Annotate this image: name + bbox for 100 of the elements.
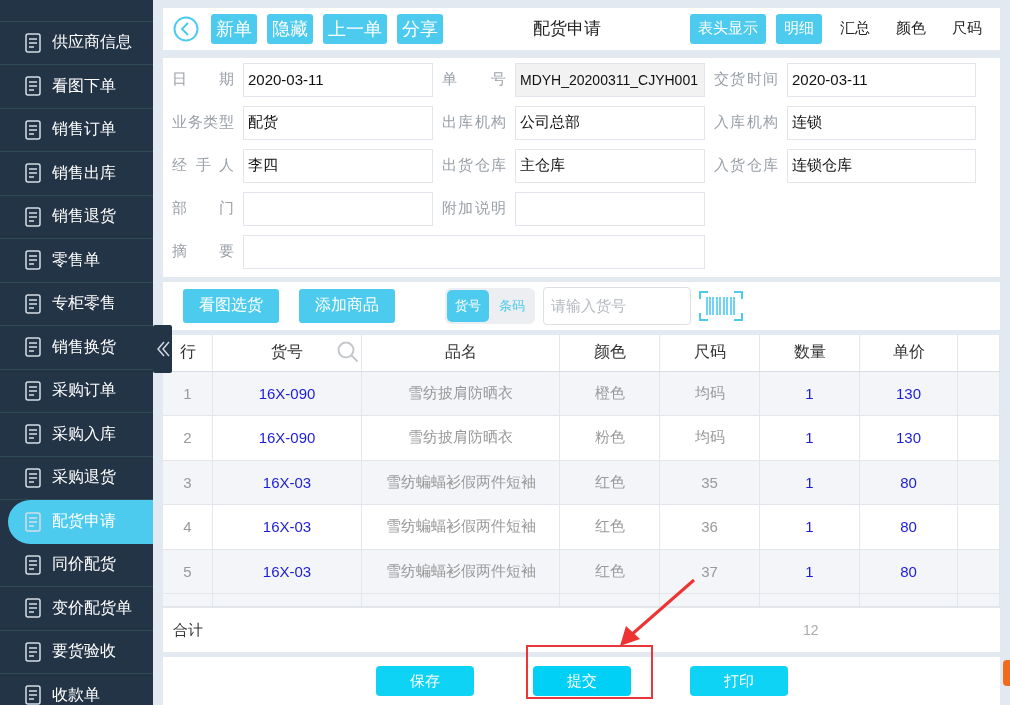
table-cell: 红色 xyxy=(560,549,660,594)
table-cell: 16X-03 xyxy=(213,460,362,505)
collapse-tab[interactable] xyxy=(153,325,172,373)
field-label: 出库机构 xyxy=(442,113,506,133)
column-header: 数量 xyxy=(793,342,826,363)
table-cell: 2 xyxy=(163,416,213,460)
table-cell: 16X-090 xyxy=(213,416,362,460)
sidebar-item[interactable]: 采购订单 xyxy=(0,369,153,413)
table-cell: 均码 xyxy=(660,416,760,460)
document-icon xyxy=(24,598,42,619)
view-tab[interactable]: 颜色 xyxy=(888,13,934,44)
sidebar-item[interactable]: 销售退货 xyxy=(0,195,153,239)
column-header: 货号 xyxy=(271,342,303,363)
document-icon xyxy=(24,511,42,532)
table-cell: 均码 xyxy=(660,371,760,416)
sidebar-item[interactable]: 供应商信息 xyxy=(0,21,153,65)
table-cell: 1 xyxy=(760,505,860,549)
table-cell: 1 xyxy=(760,460,860,505)
input-field[interactable]: MDYH_20200311_CJYH001 xyxy=(515,62,705,97)
table-cell: 雪纺蝙蝠衫假两件短袖 xyxy=(362,505,560,549)
table-cell: 雪纺披肩防晒衣 xyxy=(362,371,560,416)
barcode-scan-icon[interactable] xyxy=(699,290,743,321)
column-header: 尺码 xyxy=(693,342,726,363)
document-icon xyxy=(24,293,42,314)
sidebar-item[interactable]: 专柜零售 xyxy=(0,282,153,326)
table-cell: 雪纺蝙蝠衫假两件短袖 xyxy=(362,549,560,594)
field-label: 入货仓库 xyxy=(714,156,778,176)
table-cell: 雪纺披肩防晒衣 xyxy=(362,416,560,460)
input-field[interactable]: 2020-03-11 xyxy=(787,62,976,97)
document-icon xyxy=(24,380,42,401)
document-icon xyxy=(24,76,42,97)
document-icon xyxy=(24,32,42,53)
table-cell: 16X-03 xyxy=(213,549,362,594)
document-icon xyxy=(24,467,42,488)
sidebar-item[interactable]: 变价配货单 xyxy=(0,587,153,631)
total-label: 合计 xyxy=(173,620,203,640)
sidebar-item[interactable]: 要货验收 xyxy=(0,630,153,674)
column-header: 行 xyxy=(179,342,196,363)
table-cell: 3 xyxy=(163,460,213,505)
input-field[interactable]: 2020-03-11 xyxy=(243,62,433,97)
sidebar-item[interactable]: 收款单 xyxy=(0,674,153,705)
view-tab[interactable]: 汇总 xyxy=(832,13,878,44)
input-field[interactable]: 公司总部 xyxy=(515,105,705,140)
table-cell: 4 xyxy=(163,505,213,549)
floating-widget-icon[interactable] xyxy=(1003,660,1010,686)
table-cell: 红色 xyxy=(560,460,660,505)
table-cell: 雪纺蝙蝠衫假两件短袖 xyxy=(362,460,560,505)
input-field[interactable] xyxy=(515,191,705,226)
sidebar-item[interactable]: 销售出库 xyxy=(0,152,153,196)
input-field[interactable] xyxy=(243,191,433,226)
document-icon xyxy=(24,641,42,662)
field-label: 日期 xyxy=(172,70,234,90)
table-cell: 130 xyxy=(860,416,958,460)
page-title: 配货申请 xyxy=(531,18,602,41)
input-field[interactable]: 连锁仓库 xyxy=(787,148,976,183)
table-cell: 35 xyxy=(660,460,760,505)
table-cell: 16X-090 xyxy=(213,371,362,416)
table-cell: 粉色 xyxy=(560,416,660,460)
input-field[interactable]: 李四 xyxy=(243,148,433,183)
document-icon xyxy=(24,337,42,358)
search-icon[interactable] xyxy=(337,340,359,363)
table-cell: 80 xyxy=(860,460,958,505)
input-field[interactable]: 主仓库 xyxy=(515,148,705,183)
table-cell: 5 xyxy=(163,549,213,594)
table-cell: 80 xyxy=(860,505,958,549)
search-field[interactable]: 请输入货号 xyxy=(543,286,691,325)
sidebar-item[interactable]: 零售单 xyxy=(0,239,153,283)
sidebar-item[interactable]: 同价配货 xyxy=(0,543,153,587)
sidebar-item[interactable]: 销售订单 xyxy=(0,108,153,152)
back-icon[interactable] xyxy=(173,15,199,42)
table-cell: 80 xyxy=(860,549,958,594)
table-cell: 1 xyxy=(760,416,860,460)
table-cell: 红色 xyxy=(560,505,660,549)
document-icon xyxy=(24,685,42,705)
field-label: 出货仓库 xyxy=(442,156,506,176)
field-label: 部门 xyxy=(172,199,234,219)
sidebar-item[interactable]: 采购入库 xyxy=(0,413,153,457)
table-cell: 1 xyxy=(760,549,860,594)
field-label: 附加说明 xyxy=(442,199,506,219)
document-icon xyxy=(24,163,42,184)
total-quantity: 12 xyxy=(803,622,819,639)
document-icon xyxy=(24,424,42,445)
field-label: 入库机构 xyxy=(714,113,778,133)
column-header: 单价 xyxy=(892,342,925,363)
input-field[interactable]: 配货 xyxy=(243,105,433,140)
column-header: 品名 xyxy=(444,342,477,363)
view-tab[interactable]: 尺码 xyxy=(944,13,990,44)
document-icon xyxy=(24,250,42,271)
column-header: 颜色 xyxy=(593,342,626,363)
table-cell: 130 xyxy=(860,371,958,416)
field-label: 业务类型 xyxy=(172,113,234,133)
sidebar-item[interactable]: 看图下单 xyxy=(0,65,153,109)
field-label: 摘要 xyxy=(172,242,234,262)
input-field[interactable] xyxy=(243,234,705,269)
table-cell: 36 xyxy=(660,505,760,549)
table-cell: 1 xyxy=(760,371,860,416)
input-field[interactable]: 连锁 xyxy=(787,105,976,140)
field-label: 经手人 xyxy=(172,156,234,176)
field-label: 单号 xyxy=(442,70,506,90)
document-icon xyxy=(24,554,42,575)
